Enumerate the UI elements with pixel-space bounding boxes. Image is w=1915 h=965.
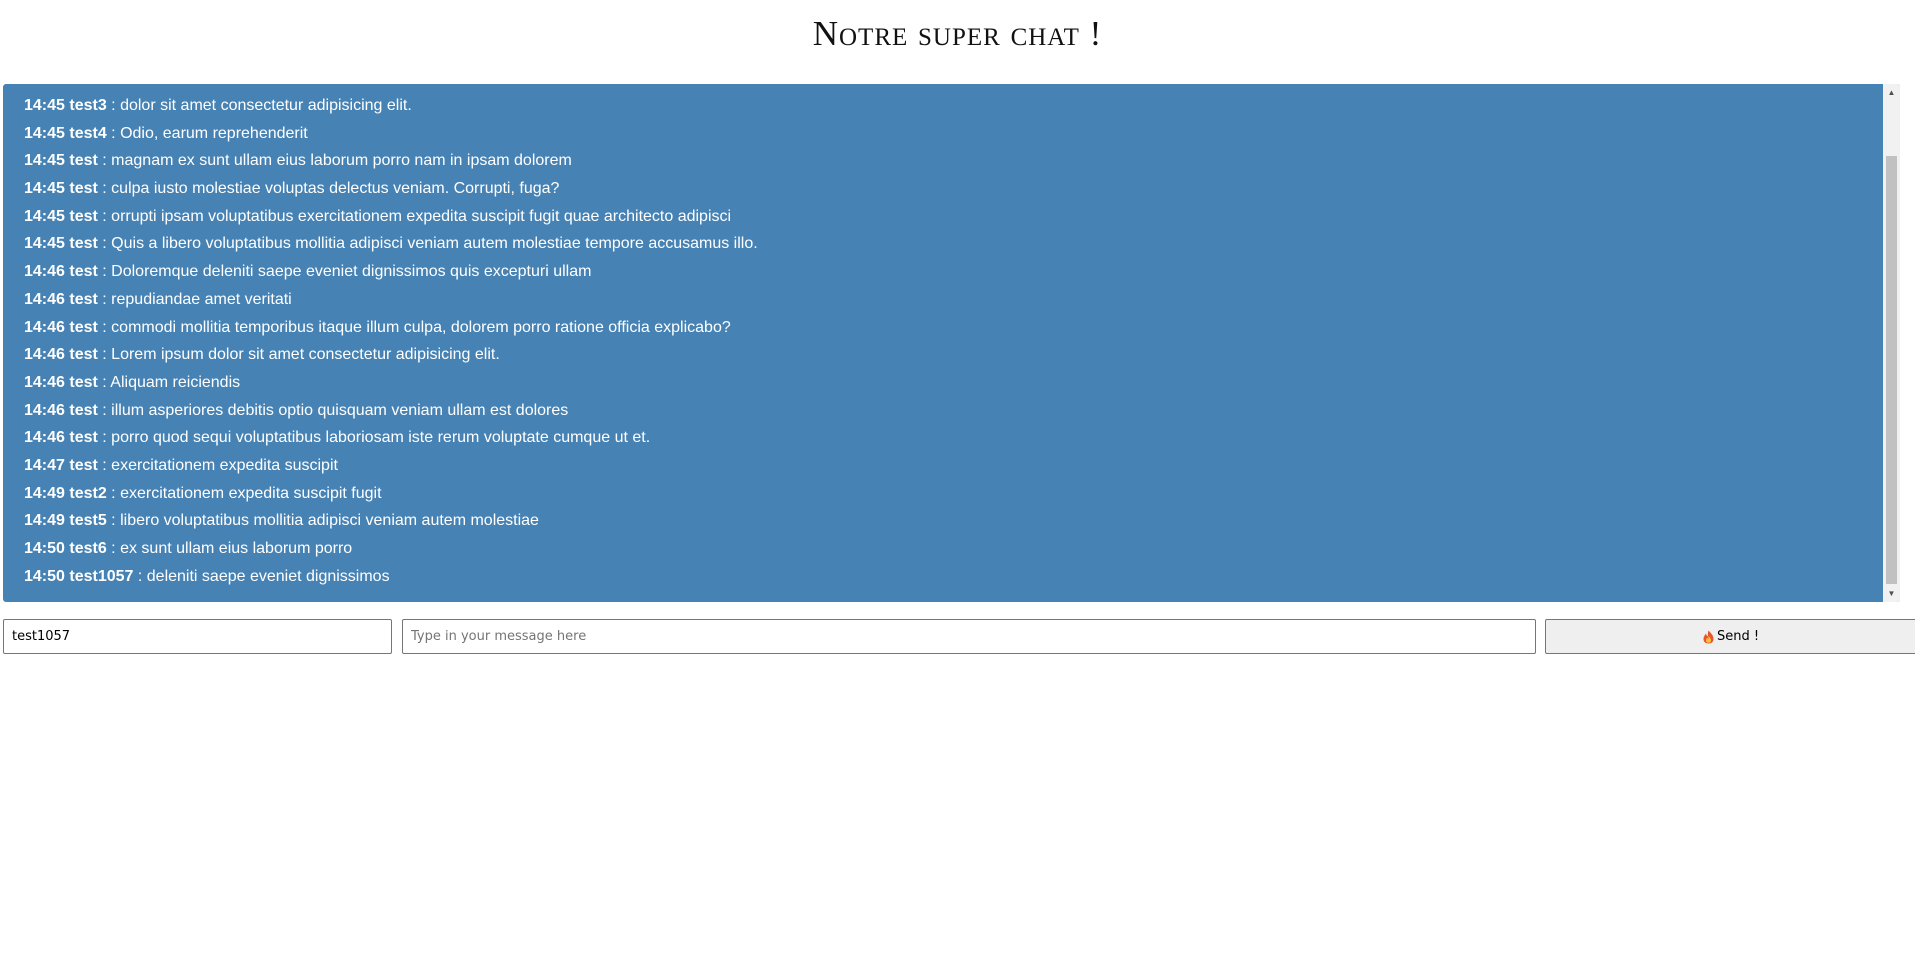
message-time: 14:46 [24, 263, 65, 281]
message-author: test [69, 429, 98, 447]
message-time: 14:46 [24, 373, 65, 391]
message-item: 14:45 test : culpa iusto molestiae volup… [24, 180, 560, 198]
message-author: test [69, 180, 98, 198]
message-list[interactable]: 14:45 test3 : dolor sit amet consectetur… [3, 84, 1900, 602]
fire-icon [1703, 630, 1714, 643]
page-title: Notre super chat ! [812, 14, 1103, 53]
message-text: deleniti saepe eveniet dignissimos [146, 567, 390, 585]
scroll-thumb[interactable] [1886, 156, 1897, 584]
message-author: test [69, 346, 98, 364]
message-item: 14:50 test1057 : deleniti saepe eveniet … [24, 567, 390, 585]
message-text: exercitationem expedita suscipit [111, 456, 338, 474]
message-author: test1057 [69, 567, 134, 585]
message-time: 14:45 [24, 152, 65, 170]
message-item: 14:49 test2 : exercitationem expedita su… [24, 484, 382, 502]
message-text: Doloremque deleniti saepe eveniet dignis… [111, 263, 592, 281]
message-text: Quis a libero voluptatibus mollitia adip… [111, 235, 758, 253]
message-text: ex sunt ullam eius laborum porro [120, 540, 353, 557]
message-author: test [69, 290, 98, 308]
message-item: 14:46 test : illum asperiores debitis op… [24, 401, 569, 419]
message-time: 14:45 [24, 207, 65, 225]
message-item: 14:46 test : commodi mollitia temporibus… [24, 318, 731, 336]
message-author: test3 [69, 97, 107, 114]
message-text: magnam ex sunt ullam eius laborum porro … [111, 152, 572, 170]
message-author: test [69, 401, 98, 419]
message-author: test2 [69, 484, 107, 502]
message-time: 14:49 [24, 484, 65, 502]
message-author: test [69, 373, 98, 391]
message-item: 14:46 test : Aliquam reiciendis [24, 373, 241, 391]
message-text: Lorem ipsum dolor sit amet consectetur a… [111, 346, 500, 364]
message-time: 14:45 [24, 124, 65, 142]
message-text: libero voluptatibus mollitia adipisci ve… [120, 512, 539, 530]
message-text: Aliquam reiciendis [110, 373, 241, 391]
message-list-content: 14:45 test3 : dolor sit amet consectetur… [3, 84, 1882, 602]
message-time: 14:45 [24, 235, 65, 253]
message-author: test [69, 235, 98, 253]
message-item: 14:46 test : Lorem ipsum dolor sit amet … [24, 346, 500, 364]
send-button[interactable]: Send ! [1545, 619, 1915, 654]
message-time: 14:50 [24, 540, 65, 557]
message-author: test [69, 318, 98, 336]
message-text: dolor sit amet consectetur adipisicing e… [120, 97, 412, 114]
message-time: 14:46 [24, 346, 65, 364]
message-item: 14:45 test4 : Odio, earum reprehenderit [24, 124, 308, 142]
message-author: test4 [69, 124, 107, 142]
message-item: 14:45 test : orrupti ipsam voluptatibus … [24, 207, 732, 225]
message-text: porro quod sequi voluptatibus laboriosam… [111, 429, 651, 447]
message-time: 14:46 [24, 318, 65, 336]
message-time: 14:49 [24, 512, 65, 530]
message-time: 14:47 [24, 456, 65, 474]
pseudo-input[interactable] [3, 619, 392, 654]
message-time: 14:46 [24, 290, 65, 308]
message-input[interactable] [402, 619, 1536, 654]
message-author: test [69, 456, 98, 474]
message-text: culpa iusto molestiae voluptas delectus … [111, 180, 560, 198]
chat-page: Notre super chat ! 14:45 test3 : dolor s… [0, 0, 1915, 965]
scrollbar[interactable]: ▲ ▼ [1883, 84, 1900, 602]
message-time: 14:46 [24, 429, 65, 447]
scroll-up-arrow-icon[interactable]: ▲ [1883, 84, 1900, 101]
message-item: 14:49 test5 : libero voluptatibus mollit… [24, 512, 539, 530]
message-author: test [69, 152, 98, 170]
message-time: 14:45 [24, 180, 65, 198]
message-text: commodi mollitia temporibus itaque illum… [111, 318, 731, 336]
message-text: exercitationem expedita suscipit fugit [120, 484, 382, 502]
message-item: 14:46 test : porro quod sequi voluptatib… [24, 429, 651, 447]
message-item: 14:46 test : repudiandae amet veritati [24, 290, 292, 308]
message-time: 14:50 [24, 567, 65, 585]
message-item: 14:47 test : exercitationem expedita sus… [24, 456, 338, 474]
message-item: 14:46 test : Doloremque deleniti saepe e… [24, 263, 592, 281]
send-button-label: Send ! [1716, 629, 1760, 644]
message-time: 14:46 [24, 401, 65, 419]
message-item: 14:50 test6 : ex sunt ullam eius laborum… [24, 540, 353, 557]
message-author: test5 [69, 512, 107, 530]
message-author: test [69, 207, 98, 225]
message-time: 14:45 [24, 97, 65, 114]
message-item: 14:45 test : magnam ex sunt ullam eius l… [24, 152, 572, 170]
message-text: orrupti ipsam voluptatibus exercitatione… [111, 207, 732, 225]
message-item: 14:45 test3 : dolor sit amet consectetur… [24, 97, 412, 114]
message-item: 14:45 test : Quis a libero voluptatibus … [24, 235, 758, 253]
message-text: illum asperiores debitis optio quisquam … [111, 401, 569, 419]
message-author: test6 [69, 540, 107, 557]
scroll-down-arrow-icon[interactable]: ▼ [1883, 585, 1900, 602]
message-text: Odio, earum reprehenderit [120, 124, 308, 142]
message-text: repudiandae amet veritati [111, 290, 292, 308]
message-author: test [69, 263, 98, 281]
